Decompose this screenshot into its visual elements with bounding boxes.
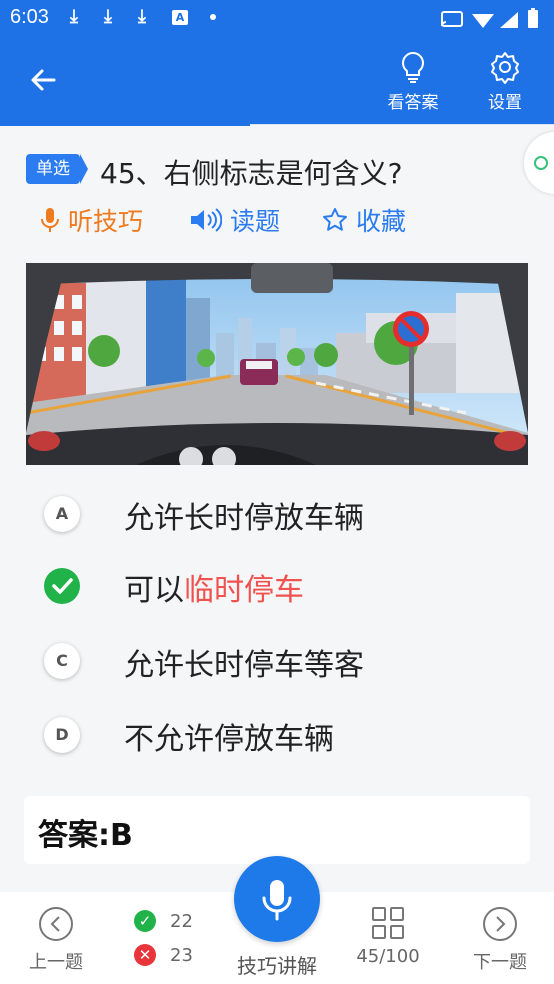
option-a[interactable]: A 允许长时停放车辆 xyxy=(44,492,524,536)
option-b-text-highlight: 临时停车 xyxy=(184,573,304,608)
question-image xyxy=(26,263,528,465)
notification-dot-icon xyxy=(210,14,216,20)
download-icon: ⤓ xyxy=(104,6,112,27)
favorite-label: 收藏 xyxy=(356,207,407,236)
x-circle-icon: ✕ xyxy=(134,944,156,966)
chevron-left-circle-icon xyxy=(39,907,73,941)
question-tools: 听技巧 读题 收藏 xyxy=(40,202,510,242)
chevron-right-circle-icon xyxy=(483,907,517,941)
status-time: 6:03 xyxy=(10,6,49,28)
option-c[interactable]: C 允许长时停车等客 xyxy=(44,639,524,683)
listen-tip-button[interactable]: 听技巧 xyxy=(40,202,143,238)
next-question-label: 下一题 xyxy=(473,952,527,973)
speaker-icon xyxy=(191,208,222,232)
question-type-badge: 单选 xyxy=(26,154,88,184)
settings-button[interactable]: 设置 xyxy=(476,50,534,113)
settings-label: 设置 xyxy=(488,93,522,113)
grid-icon xyxy=(372,907,404,939)
check-circle-icon: ✓ xyxy=(134,910,156,932)
listen-tip-label: 听技巧 xyxy=(68,207,144,236)
star-outline-icon xyxy=(323,208,347,231)
correct-count: ✓ 22 xyxy=(134,910,193,932)
next-question-button[interactable]: 下一题 xyxy=(464,906,536,974)
correct-count-value: 22 xyxy=(170,910,193,932)
correct-check-icon xyxy=(44,568,80,604)
back-arrow-icon[interactable] xyxy=(24,60,64,100)
status-bar: 6:03 ⤓ ⤓ ⤓ A xyxy=(0,0,554,36)
system-status-icons xyxy=(441,8,538,28)
option-a-letter: A xyxy=(44,496,80,532)
option-c-text: 允许长时停车等客 xyxy=(124,648,364,683)
option-d[interactable]: D 不允许停放车辆 xyxy=(44,713,524,757)
download-icon: ⤓ xyxy=(70,6,78,27)
app-bar: 看答案 设置 xyxy=(0,36,554,124)
a-notification-icon: A xyxy=(172,10,188,25)
option-d-text: 不允许停放车辆 xyxy=(124,722,334,757)
tip-explain-mic-button[interactable] xyxy=(234,856,320,942)
option-b[interactable]: 可以临时停车 xyxy=(44,564,524,608)
microphone-icon xyxy=(262,880,292,921)
progress-indicator xyxy=(0,122,250,126)
wrong-count: ✕ 23 xyxy=(134,944,193,966)
lightbulb-icon xyxy=(402,51,424,83)
gear-icon xyxy=(491,52,519,84)
floating-side-button[interactable] xyxy=(524,132,554,194)
download-icon: ⤓ xyxy=(138,6,146,27)
view-answer-button[interactable]: 看答案 xyxy=(384,50,442,113)
divider xyxy=(250,124,554,125)
view-answer-label: 看答案 xyxy=(387,93,439,113)
option-c-letter: C xyxy=(44,643,80,679)
read-question-button[interactable]: 读题 xyxy=(190,202,280,238)
prev-question-button[interactable]: 上一题 xyxy=(20,906,92,974)
microphone-icon xyxy=(41,208,59,232)
prev-question-label: 上一题 xyxy=(29,952,83,973)
option-d-letter: D xyxy=(44,717,80,753)
option-a-text: 允许长时停放车辆 xyxy=(124,501,364,536)
wrong-count-value: 23 xyxy=(170,944,193,966)
answer-card: 答案:B xyxy=(24,796,530,864)
option-b-text: 可以临时停车 xyxy=(124,565,304,609)
progress-label: 45/100 xyxy=(356,946,420,967)
tip-explain-label: 技巧讲解 xyxy=(237,954,317,978)
answer-text: 答案:B xyxy=(38,818,133,853)
question-text: 45、右侧标志是何含义? xyxy=(100,157,403,190)
read-question-label: 读题 xyxy=(230,207,281,236)
option-b-text-plain: 可以 xyxy=(124,573,184,608)
assistant-icon xyxy=(534,156,548,170)
favorite-button[interactable]: 收藏 xyxy=(322,202,406,238)
question-grid-button[interactable]: 45/100 xyxy=(350,906,426,967)
